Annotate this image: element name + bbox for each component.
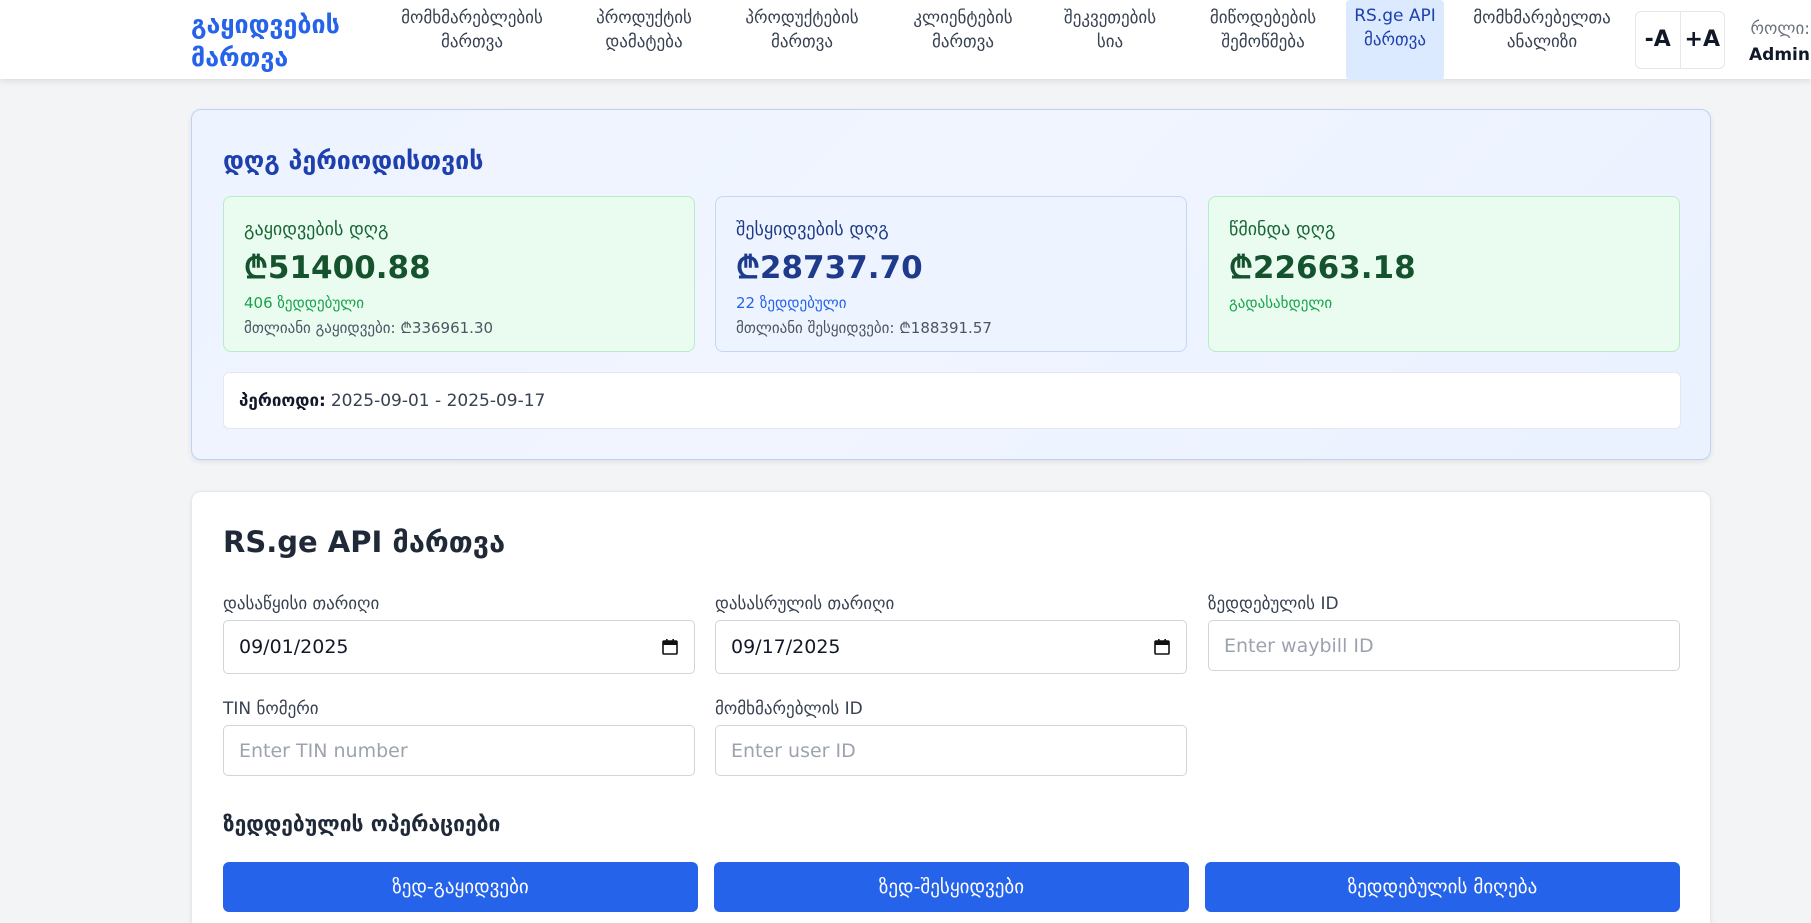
end-date-input[interactable]: 09/17/2025 xyxy=(715,620,1187,674)
vat-summary-panel: დღგ პერიოდისთვის გაყიდვების დღგ ₾51400.8… xyxy=(191,109,1711,460)
net-vat-card: წმინდა დღგ ₾22663.18 გადასახდელი xyxy=(1208,196,1680,352)
calendar-icon[interactable] xyxy=(1153,638,1171,656)
waybill-id-box xyxy=(1208,620,1680,671)
font-size-control: -A +A xyxy=(1635,11,1725,69)
end-date-label: დასასრულის თარიღი xyxy=(715,594,895,614)
period-value: 2025-09-01 - 2025-09-17 xyxy=(330,390,546,411)
user-id-field: მომხმარებლის ID xyxy=(715,699,1187,776)
period-info: პერიოდი: 2025-09-01 - 2025-09-17 xyxy=(223,372,1681,429)
end-date-field: დასასრულის თარიღი 09/17/2025 xyxy=(715,594,1187,674)
font-decrease-button[interactable]: -A xyxy=(1636,12,1680,68)
waybill-id-label: ზედდებულის ID xyxy=(1208,594,1339,614)
waybill-id-field: ზედდებულის ID xyxy=(1208,594,1680,671)
user-id-label: მომხმარებლის ID xyxy=(715,699,863,719)
sales-waybills-button[interactable]: ზედ-გაყიდვები xyxy=(223,862,698,912)
period-label: პერიოდი: xyxy=(239,390,326,411)
total-sales: მთლიანი გაყიდვები: ₾336961.30 xyxy=(244,319,494,337)
sales-vat-card: გაყიდვების დღგ ₾51400.88 406 ზედდებული მ… xyxy=(223,196,695,352)
rsge-api-panel: RS.ge API მართვა დასაწყისი თარიღი 09/01/… xyxy=(191,491,1711,923)
top-navbar: გაყიდვების მართვა მომხმარებლების მართვა … xyxy=(0,0,1811,80)
net-vat-value: ₾22663.18 xyxy=(1229,250,1416,286)
sales-waybill-count: 406 ზედდებული xyxy=(244,294,365,312)
nav-clients[interactable]: კლიენტების მართვა xyxy=(893,4,1033,56)
calendar-icon[interactable] xyxy=(661,638,679,656)
net-vat-status: გადასახდელი xyxy=(1229,294,1333,312)
vat-summary-title: დღგ პერიოდისთვის xyxy=(223,146,484,175)
role-value: Admin xyxy=(1749,45,1810,65)
start-date-label: დასაწყისი თარიღი xyxy=(223,594,380,614)
font-increase-button[interactable]: +A xyxy=(1679,12,1725,68)
nav-users[interactable]: მომხმარებლების მართვა xyxy=(382,4,562,56)
end-date-value: 09/17/2025 xyxy=(731,636,841,658)
purchase-vat-label: შესყიდვების დღგ xyxy=(736,219,889,240)
tin-field: TIN ნომერი xyxy=(223,699,695,776)
sales-vat-value: ₾51400.88 xyxy=(244,250,431,286)
api-panel-title: RS.ge API მართვა xyxy=(223,525,506,559)
nav-add-product[interactable]: პროდუქტის დამატება xyxy=(576,4,712,56)
waybill-id-input[interactable] xyxy=(1224,634,1664,657)
user-role: როლი: Admin xyxy=(1744,16,1810,68)
tin-input[interactable] xyxy=(239,739,679,762)
start-date-field: დასაწყისი თარიღი 09/01/2025 xyxy=(223,594,695,674)
user-id-input[interactable] xyxy=(731,739,1171,762)
waybill-operations-title: ზედდებულის ოპერაციები xyxy=(223,812,501,836)
nav-products[interactable]: პროდუქტების მართვა xyxy=(727,4,877,56)
purchase-vat-value: ₾28737.70 xyxy=(736,250,923,286)
tin-label: TIN ნომერი xyxy=(223,699,319,719)
role-label: როლი: xyxy=(1750,19,1810,39)
purchase-vat-card: შესყიდვების დღგ ₾28737.70 22 ზედდებული მ… xyxy=(715,196,1187,352)
get-waybill-button[interactable]: ზედდებულის მიღება xyxy=(1205,862,1680,912)
start-date-value: 09/01/2025 xyxy=(239,636,349,658)
total-purchases: მთლიანი შესყიდვები: ₾188391.57 xyxy=(736,319,992,337)
nav-orders[interactable]: შეკვეთების სია xyxy=(1047,4,1173,56)
purchase-waybills-button[interactable]: ზედ-შესყიდვები xyxy=(714,862,1189,912)
app-brand[interactable]: გაყიდვების მართვა xyxy=(191,8,361,74)
sales-vat-label: გაყიდვების დღგ xyxy=(244,219,389,240)
net-vat-label: წმინდა დღგ xyxy=(1229,219,1336,240)
tin-box xyxy=(223,725,695,776)
start-date-input[interactable]: 09/01/2025 xyxy=(223,620,695,674)
user-id-box xyxy=(715,725,1187,776)
purchase-waybill-count: 22 ზედდებული xyxy=(736,294,847,312)
nav-rsge-api[interactable]: RS.ge API მართვა xyxy=(1346,0,1444,80)
nav-deliveries[interactable]: მიწოდებების შემოწმება xyxy=(1188,4,1338,56)
nav-analytics[interactable]: მომხმარებელთა ანალიზი xyxy=(1458,4,1626,56)
